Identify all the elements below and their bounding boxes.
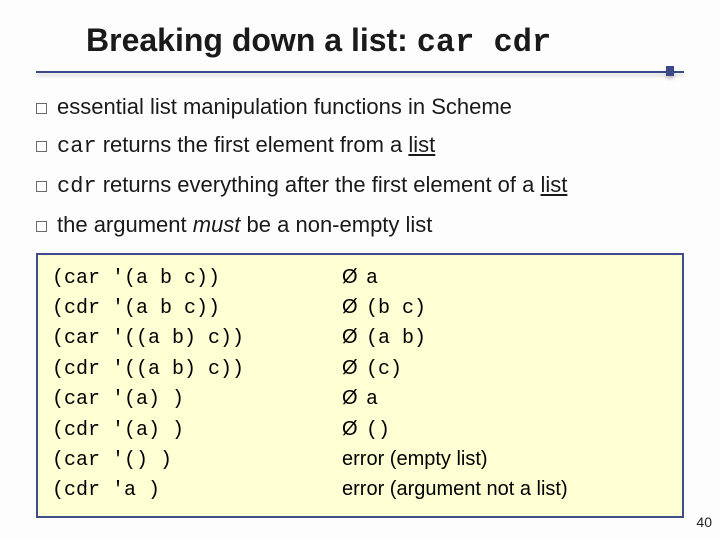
bullet-icon [36,221,47,232]
example-input: (cdr '(a b c)) [52,295,342,323]
arrow-icon: Ø [342,415,366,443]
title-rule [36,67,684,77]
bullet-item: car returns the first element from a lis… [36,129,684,163]
bullet-emph: must [193,212,241,237]
example-output: (a b) [366,325,426,353]
example-output: () [366,417,390,445]
rule-line [36,71,684,73]
bullet-underline: list [408,132,435,157]
example-row: (cdr 'a ) error (argument not a list) [52,475,668,505]
arrow-icon: Ø [342,263,366,291]
bullet-item: essential list manipulation functions in… [36,91,684,123]
bullet-text: the argument [57,212,193,237]
arrow-icon: Ø [342,323,366,351]
arrow-icon: Ø [342,293,366,321]
bullet-item: cdr returns everything after the first e… [36,169,684,203]
bullet-icon [36,181,47,192]
title-text: Breaking down a list: [86,22,417,58]
bullet-underline: list [541,172,568,197]
example-row: (car '(a) ) Ø a [52,384,668,414]
example-input: (car '() ) [52,447,342,475]
example-error: error (empty list) [342,445,488,473]
example-output: (c) [366,356,402,384]
example-input: (cdr '(a) ) [52,417,342,445]
example-output: (b c) [366,295,426,323]
bullet-icon [36,141,47,152]
bullet-text: essential list manipulation functions in… [57,94,512,119]
title-code: car cdr [417,24,551,61]
example-row: (cdr '(a) ) Ø () [52,415,668,445]
bullet-item: the argument must be a non-empty list [36,209,684,241]
example-row: (car '(a b c)) Ø a [52,263,668,293]
example-row: (car '() ) error (empty list) [52,445,668,475]
slide: Breaking down a list: car cdr essential … [0,0,720,540]
example-row: (car '((a b) c)) Ø (a b) [52,323,668,353]
page-number: 40 [696,514,712,530]
bullet-icon [36,103,47,114]
example-input: (cdr 'a ) [52,477,342,505]
slide-title: Breaking down a list: car cdr [86,22,684,61]
bullet-code: cdr [57,174,97,199]
example-input: (car '(a b c)) [52,265,342,293]
arrow-icon: Ø [342,384,366,412]
example-row: (cdr '((a b) c)) Ø (c) [52,354,668,384]
example-input: (car '((a b) c)) [52,325,342,353]
example-row: (cdr '(a b c)) Ø (b c) [52,293,668,323]
example-input: (car '(a) ) [52,386,342,414]
bullet-list: essential list manipulation functions in… [36,91,684,241]
rule-tick [666,66,674,76]
example-input: (cdr '((a b) c)) [52,356,342,384]
example-box: (car '(a b c)) Ø a (cdr '(a b c)) Ø (b c… [36,253,684,518]
bullet-code: car [57,134,97,159]
arrow-icon: Ø [342,354,366,382]
example-error: error (argument not a list) [342,475,568,503]
bullet-text: returns the first element from a [97,132,409,157]
example-output: a [366,386,378,414]
bullet-text: be a non-empty list [240,212,432,237]
bullet-text: returns everything after the first eleme… [97,172,541,197]
example-output: a [366,265,378,293]
